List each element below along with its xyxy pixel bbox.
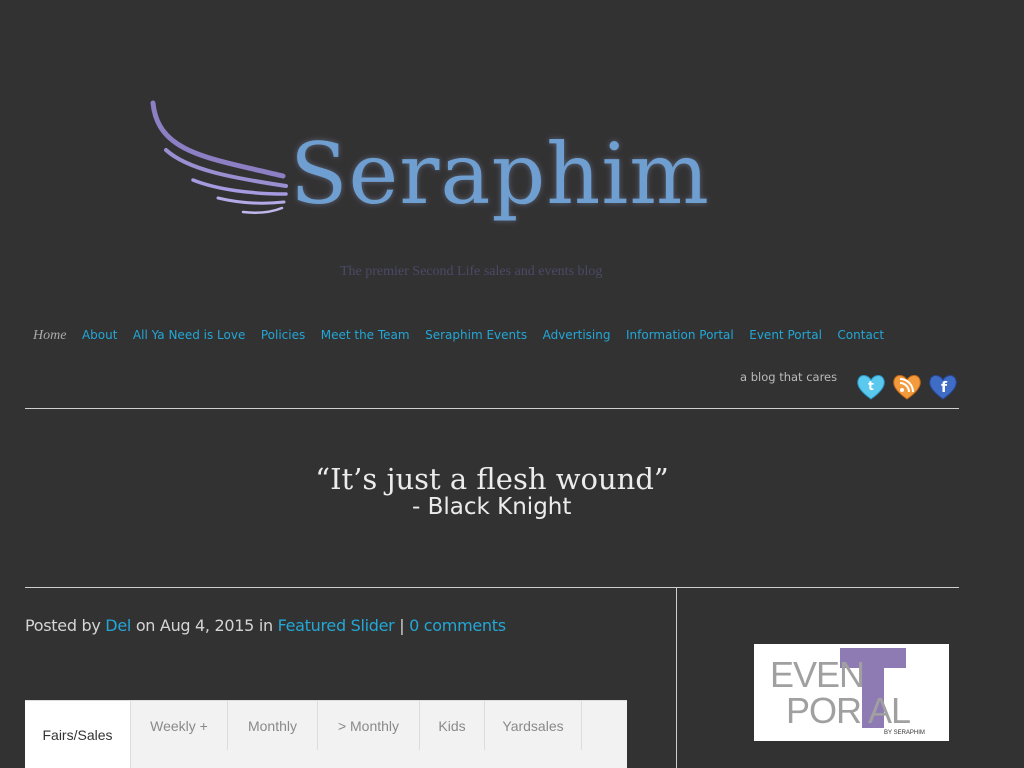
nav-information-portal[interactable]: Information Portal xyxy=(626,328,734,344)
tab-monthly[interactable]: Monthly xyxy=(228,701,318,750)
category-link[interactable]: Featured Slider xyxy=(278,616,395,635)
site-logo[interactable]: Seraphim xyxy=(148,98,710,268)
twitter-icon[interactable]: t xyxy=(855,370,887,402)
nav-advertising[interactable]: Advertising xyxy=(543,328,611,344)
facebook-icon[interactable]: f xyxy=(927,370,959,402)
nav-seraphim-events[interactable]: Seraphim Events xyxy=(425,328,527,344)
nav-event-portal[interactable]: Event Portal xyxy=(749,328,822,344)
comments-link[interactable]: 0 comments xyxy=(409,616,506,635)
featured-quote: “It’s just a flesh wound” xyxy=(315,462,669,496)
rss-icon[interactable] xyxy=(891,370,923,402)
sidebar-divider xyxy=(676,588,677,768)
post-date: on Aug 4, 2015 in xyxy=(135,616,273,635)
wing-icon xyxy=(150,100,288,215)
nav-all-ya-need-is-love[interactable]: All Ya Need is Love xyxy=(133,328,245,344)
svg-text:t: t xyxy=(868,379,874,393)
tab-more-than-monthly[interactable]: > Monthly xyxy=(318,701,420,750)
ep-word-portal: POR AL xyxy=(786,690,911,731)
tab-weekly[interactable]: Weekly + xyxy=(131,701,228,750)
main-nav: Home About All Ya Need is Love Policies … xyxy=(33,328,900,344)
nav-home[interactable]: Home xyxy=(33,328,66,344)
nav-policies[interactable]: Policies xyxy=(261,328,305,344)
quote-attribution: - Black Knight xyxy=(412,494,572,520)
nav-meet-the-team[interactable]: Meet the Team xyxy=(321,328,410,344)
ep-byline: BY SERAPHIM xyxy=(884,730,925,736)
content-divider xyxy=(25,587,959,588)
header-divider xyxy=(25,408,959,409)
posted-by-label: Posted by xyxy=(25,616,101,635)
tab-yardsales[interactable]: Yardsales xyxy=(485,701,582,750)
author-link[interactable]: Del xyxy=(105,616,131,635)
event-portal-banner[interactable]: EVEN POR AL BY SERAPHIM xyxy=(754,644,949,741)
event-tabs: Fairs/Sales Weekly + Monthly > Monthly K… xyxy=(25,700,627,768)
post-meta: Posted by Del on Aug 4, 2015 in Featured… xyxy=(25,616,506,635)
meta-separator: | xyxy=(399,616,405,635)
nav-contact[interactable]: Contact xyxy=(837,328,884,344)
blog-slogan: a blog that cares xyxy=(740,370,838,384)
tab-kids[interactable]: Kids xyxy=(420,701,485,750)
site-name: Seraphim xyxy=(290,125,710,223)
svg-text:f: f xyxy=(941,380,948,396)
tab-fairs-sales[interactable]: Fairs/Sales xyxy=(25,701,131,768)
nav-about[interactable]: About xyxy=(82,328,117,344)
site-tagline: The premier Second Life sales and events… xyxy=(340,264,603,279)
